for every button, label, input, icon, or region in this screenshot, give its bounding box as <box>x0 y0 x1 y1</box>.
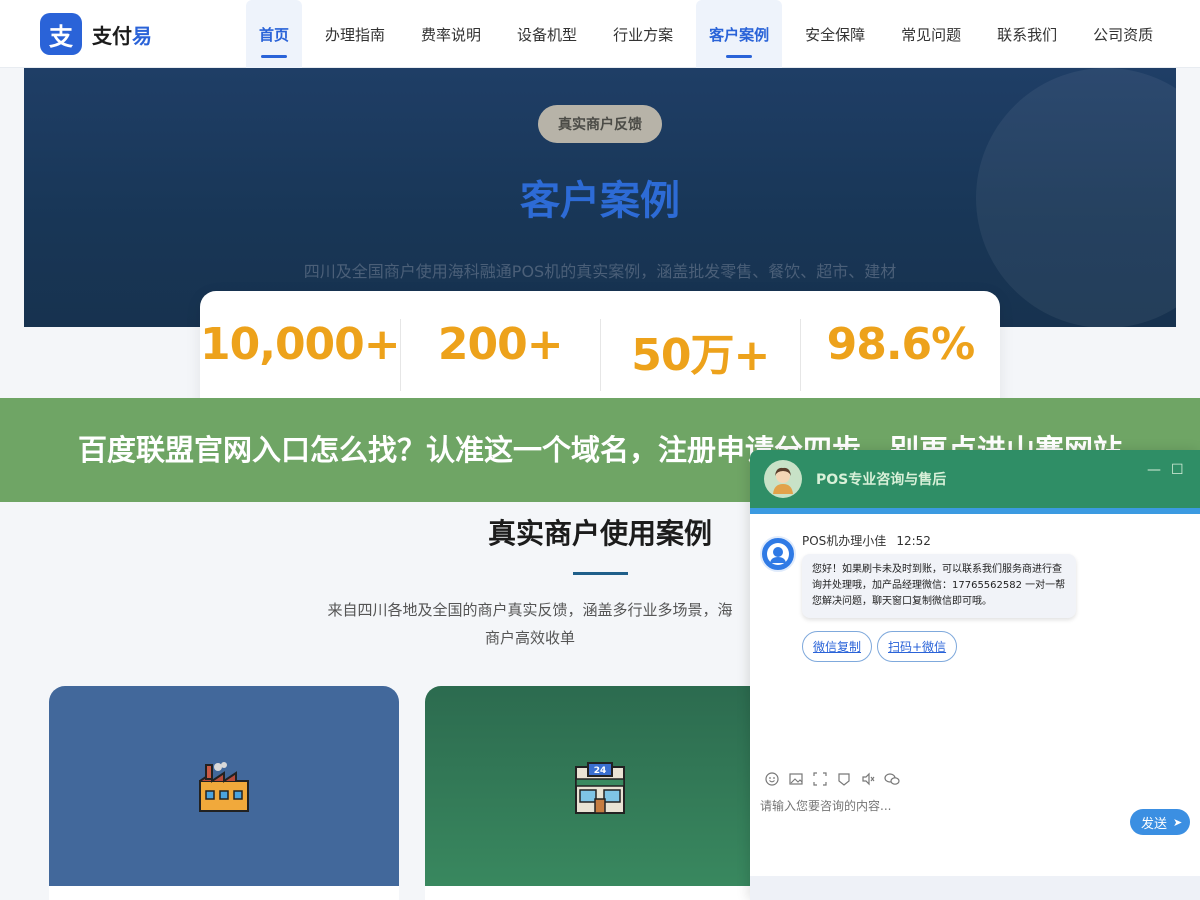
screenshot-icon[interactable] <box>808 770 832 788</box>
site-header: 支 支付易 首页 办理指南 费率说明 设备机型 行业方案 客户案例 安全保障 常… <box>0 0 1200 68</box>
nav-item-cases[interactable]: 客户案例 <box>696 0 783 68</box>
nav-item-contact[interactable]: 联系我们 <box>984 0 1070 68</box>
section-desc-line: 商户高效收单 <box>484 629 575 647</box>
stat-value: 200+ <box>437 319 564 370</box>
stat-merchants: 10,000+ <box>200 319 401 391</box>
send-arrow-icon: ➤ <box>1173 815 1183 829</box>
logo-name-accent: 易 <box>132 23 152 48</box>
nav-item-devices[interactable]: 设备机型 <box>504 0 590 68</box>
chat-title: POS专业咨询与售后 <box>816 472 947 488</box>
nav-item-security[interactable]: 安全保障 <box>792 0 878 68</box>
emoji-icon[interactable] <box>760 770 784 788</box>
nav-item-solutions[interactable]: 行业方案 <box>600 0 686 68</box>
minimize-icon[interactable]: — <box>1147 462 1161 478</box>
site-logo[interactable]: 支 支付易 <box>40 13 152 55</box>
nav-item-faq[interactable]: 常见问题 <box>888 0 974 68</box>
message-time: 12:52 <box>896 534 931 548</box>
logo-mark: 支 <box>40 13 82 55</box>
stat-cities: 200+ <box>401 319 601 391</box>
chat-toolbar <box>760 770 904 788</box>
chat-accent-strip <box>750 508 1200 514</box>
hero-section: 真实商户反馈 客户案例 四川及全国商户使用海科融通POS机的真实案例，涵盖批发零… <box>24 68 1176 327</box>
factory-icon <box>199 762 249 812</box>
stat-value: 98.6% <box>826 319 976 370</box>
maximize-icon[interactable]: ☐ <box>1171 462 1184 478</box>
nav-item-rates[interactable]: 费率说明 <box>408 0 494 68</box>
message-meta: POS机办理小佳 12:52 <box>802 532 931 549</box>
section-divider <box>573 572 628 575</box>
stat-satisfaction: 98.6% <box>801 319 1000 391</box>
case-card-store[interactable]: 24 <box>425 686 775 900</box>
case-card-factory[interactable] <box>49 686 399 900</box>
logo-text: 支付易 <box>92 20 152 49</box>
nav-item-guide[interactable]: 办理指南 <box>312 0 398 68</box>
wechat-icon[interactable] <box>880 770 904 788</box>
hero-subtitle: 四川及全国商户使用海科融通POS机的真实案例，涵盖批发零售、餐饮、超市、建材 <box>303 262 897 281</box>
hero-badge: 真实商户反馈 <box>538 105 662 143</box>
chat-header: POS专业咨询与售后 — ☐ <box>750 450 1200 508</box>
stat-value: 10,000+ <box>200 319 401 370</box>
nav-item-credentials[interactable]: 公司资质 <box>1080 0 1166 68</box>
hero-title: 客户案例 <box>520 178 680 224</box>
card-footer <box>425 886 775 900</box>
copy-wechat-button[interactable]: 微信复制 <box>802 631 873 662</box>
nav-item-home[interactable]: 首页 <box>246 0 303 68</box>
section-description: 来自四川各地及全国的商户真实反馈，涵盖多行业多场景，海 商户高效收单 <box>310 596 750 652</box>
send-label: 发送 <box>1141 816 1168 832</box>
rating-icon[interactable] <box>832 770 856 788</box>
image-icon[interactable] <box>784 770 808 788</box>
card-footer <box>49 886 399 900</box>
chat-footer <box>750 876 1200 900</box>
message-bubble: 您好！如果刷卡未及时到账，可以联系我们服务商进行查询并处理哦，加产品经理微信：1… <box>802 554 1076 618</box>
convenience-store-icon: 24 <box>575 762 625 814</box>
scan-wechat-button[interactable]: 扫码+微信 <box>877 631 958 662</box>
stat-value: 50万+ <box>631 330 770 381</box>
chat-widget: POS专业咨询与售后 — ☐ POS机办理小佳 12:52 您好！如果刷卡未及时到… <box>750 450 1200 900</box>
voice-icon[interactable] <box>856 770 880 788</box>
main-nav: 首页 办理指南 费率说明 设备机型 行业方案 客户案例 安全保障 常见问题 联系… <box>246 0 1176 68</box>
section-desc-line: 来自四川各地及全国的商户真实反馈，涵盖多行业多场景，海 <box>327 601 733 619</box>
chat-message-input[interactable] <box>760 799 1060 813</box>
agent-name: POS机办理小佳 <box>802 534 887 548</box>
svg-text:24: 24 <box>594 766 607 776</box>
agent-avatar-icon <box>760 536 796 572</box>
send-button[interactable]: 发送 ➤ <box>1130 809 1190 835</box>
logo-name-main: 支付 <box>92 23 132 48</box>
stat-transactions: 50万+ <box>601 319 801 391</box>
agent-avatar-icon <box>764 460 802 498</box>
